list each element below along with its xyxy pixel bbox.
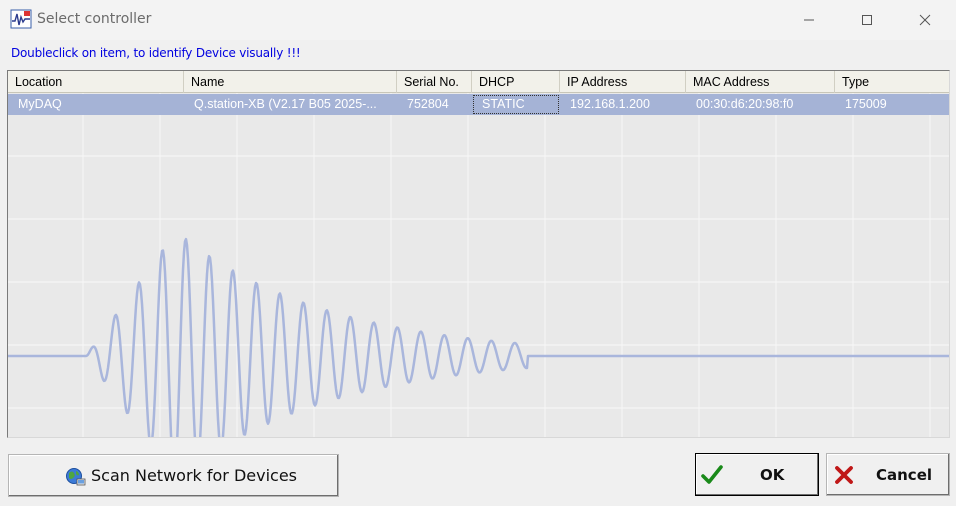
ok-button-label: OK — [760, 466, 785, 484]
cell-serial: 752804 — [407, 97, 449, 111]
cell-dhcp: STATIC — [472, 94, 560, 115]
app-waveform-icon — [10, 9, 32, 29]
cancel-x-icon — [835, 466, 853, 484]
scan-network-button[interactable]: Scan Network for Devices — [8, 454, 339, 497]
column-header-mac[interactable]: MAC Address — [686, 71, 835, 93]
ok-button[interactable]: OK — [695, 453, 819, 496]
cell-type: 175009 — [845, 97, 887, 111]
hint-text: Doubleclick on item, to identify Device … — [11, 46, 301, 60]
cell-mac: 00:30:d6:20:98:f0 — [696, 97, 794, 111]
scan-button-label: Scan Network for Devices — [91, 466, 298, 485]
column-header-dhcp[interactable]: DHCP — [472, 71, 560, 93]
list-header: Location Name Serial No. DHCP IP Address… — [8, 71, 949, 93]
maximize-button[interactable] — [838, 0, 896, 40]
cell-ip: 192.168.1.200 — [570, 97, 650, 111]
close-icon — [919, 14, 931, 26]
checkmark-icon — [701, 465, 723, 484]
network-globe-icon — [66, 468, 86, 486]
cancel-button[interactable]: Cancel — [826, 453, 950, 496]
minimize-button[interactable] — [780, 0, 838, 40]
column-header-ip[interactable]: IP Address — [560, 71, 686, 93]
close-button[interactable] — [896, 0, 954, 40]
title-bar: Select controller — [0, 0, 956, 40]
column-header-location[interactable]: Location — [8, 71, 184, 93]
column-header-name[interactable]: Name — [184, 71, 397, 93]
window-title: Select controller — [37, 11, 152, 27]
background-waveform — [8, 71, 949, 437]
table-row[interactable]: MyDAQ Q.station-XB (V2.17 B05 2025-... 7… — [8, 94, 949, 115]
maximize-icon — [862, 15, 872, 25]
column-header-serial[interactable]: Serial No. — [397, 71, 472, 93]
cancel-button-label: Cancel — [876, 466, 933, 484]
minimize-icon — [804, 19, 814, 21]
column-header-type[interactable]: Type — [835, 71, 949, 93]
cell-name: Q.station-XB (V2.17 B05 2025-... — [194, 97, 377, 111]
device-list[interactable]: Location Name Serial No. DHCP IP Address… — [7, 70, 950, 438]
cell-location: MyDAQ — [18, 97, 62, 111]
